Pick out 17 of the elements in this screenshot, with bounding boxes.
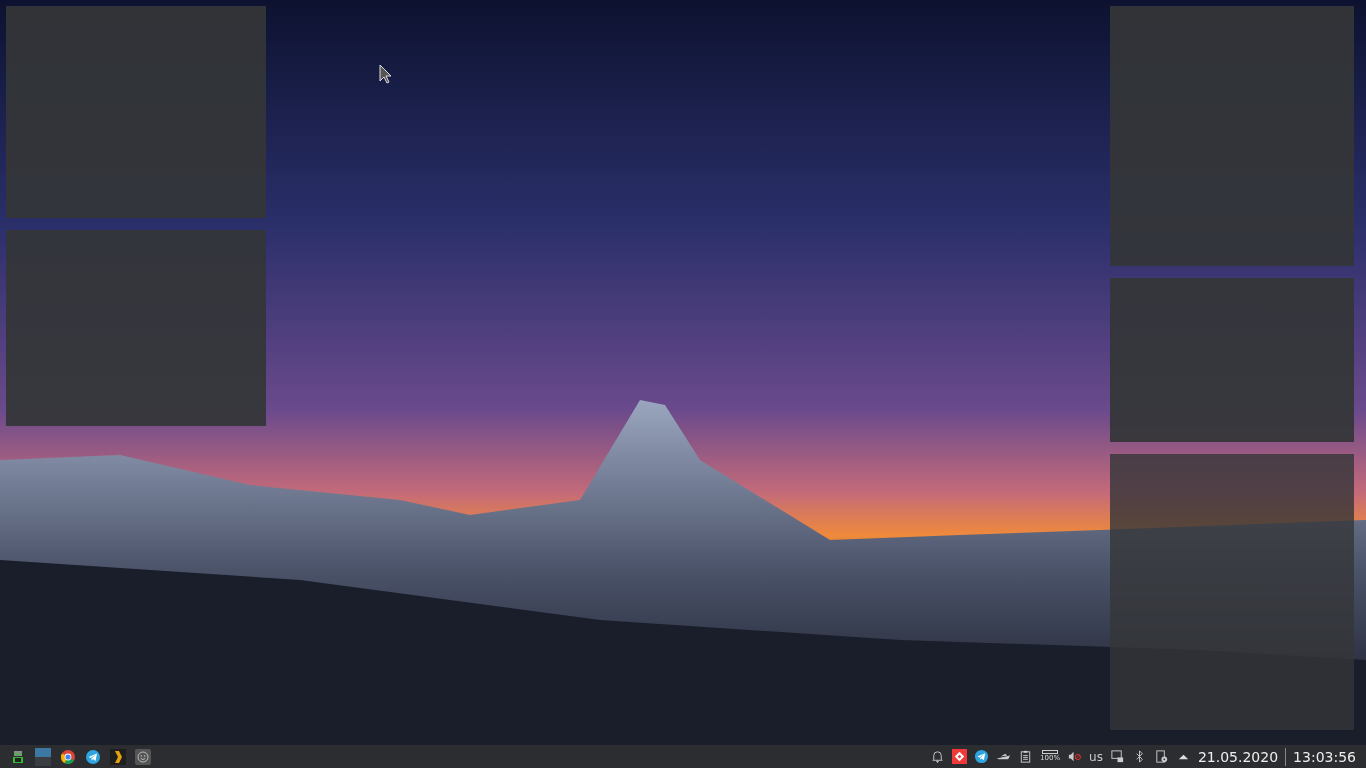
network-icon[interactable] [1109, 749, 1125, 764]
robot-icon[interactable] [10, 748, 26, 765]
speaker-muted-icon[interactable] [1067, 749, 1083, 764]
date-label[interactable]: 21.05.2020 [1197, 748, 1279, 765]
paper-plane-icon[interactable] [974, 749, 990, 764]
keyboard-layout-label[interactable]: us [1089, 749, 1103, 764]
smiley-icon[interactable] [135, 748, 151, 765]
paper-plane-icon[interactable] [85, 748, 101, 765]
device-settings-icon[interactable] [1153, 749, 1169, 764]
chrome-icon[interactable] [60, 748, 76, 765]
mouse-pointer-icon [379, 64, 393, 84]
desktop-pager-cell[interactable] [35, 747, 51, 757]
bell-icon[interactable] [930, 749, 946, 764]
desktop-pager-cell[interactable] [35, 756, 51, 766]
diamond-app-icon[interactable] [952, 749, 968, 764]
time-label[interactable]: 13:03:56 [1293, 748, 1356, 765]
chevron-icon[interactable] [110, 748, 126, 765]
